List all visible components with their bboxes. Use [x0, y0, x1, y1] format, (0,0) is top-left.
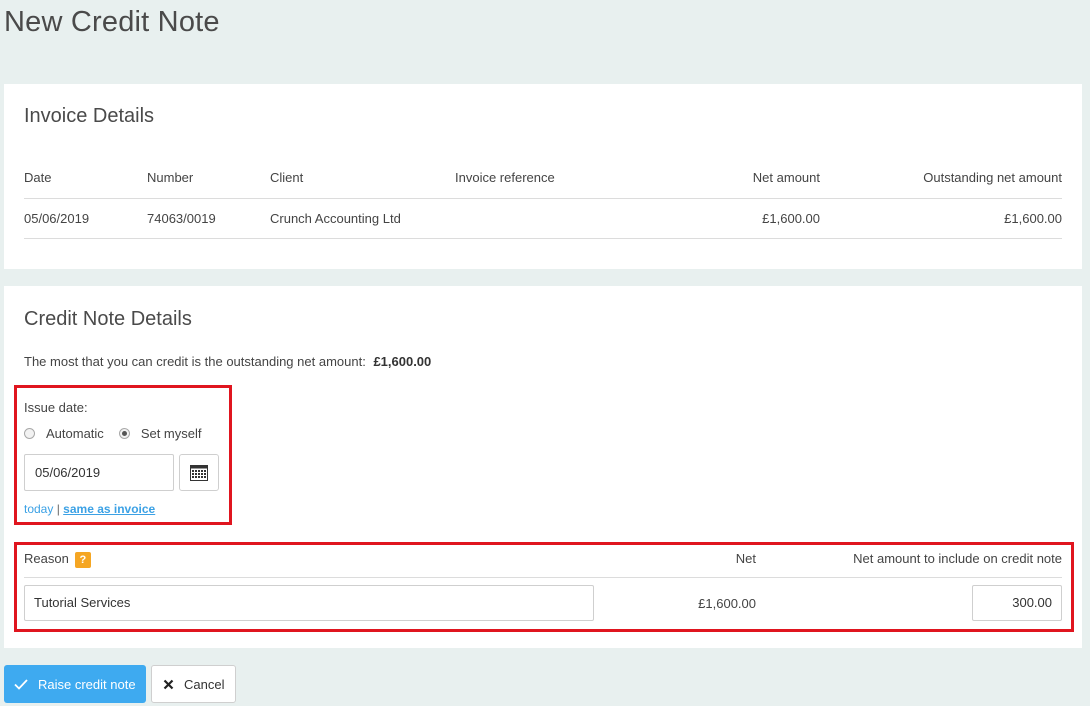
cancel-button[interactable]: Cancel — [151, 665, 236, 703]
page-title: New Credit Note — [4, 6, 220, 38]
cancel-label: Cancel — [184, 676, 225, 692]
credit-note-details-heading: Credit Note Details — [24, 308, 192, 330]
reason-net-value: £1,600.00 — [698, 596, 756, 611]
reason-label: Reason — [24, 551, 69, 566]
link-same-as-invoice[interactable]: same as invoice — [63, 502, 155, 516]
checkmark-icon — [14, 678, 28, 690]
issue-date-label: Issue date: — [24, 400, 88, 415]
radio-automatic-label[interactable]: Automatic — [46, 426, 104, 441]
reason-label-wrap: Reason? — [24, 551, 91, 568]
invoice-date: 05/06/2019 — [24, 211, 90, 226]
credit-amount-input[interactable]: 300.00 — [972, 585, 1062, 621]
radio-set-myself-label[interactable]: Set myself — [141, 426, 202, 441]
col-date: Date — [24, 170, 52, 185]
credit-limit-text: The most that you can credit is the outs… — [24, 354, 366, 369]
col-outstanding-net-amount: Outstanding net amount — [923, 170, 1062, 185]
credit-limit-amount: £1,600.00 — [373, 354, 432, 369]
col-net-amount: Net amount — [752, 170, 820, 185]
raise-credit-note-label: Raise credit note — [38, 676, 136, 692]
raise-credit-note-button[interactable]: Raise credit note — [4, 665, 146, 703]
invoice-client: Crunch Accounting Ltd — [270, 211, 401, 226]
invoice-table-header: Date Number Client Invoice reference Net… — [24, 168, 1062, 199]
invoice-details-heading: Invoice Details — [24, 105, 155, 127]
link-today[interactable]: today — [24, 502, 53, 516]
close-icon — [163, 679, 174, 689]
reason-input[interactable]: Tutorial Services — [24, 585, 594, 621]
credit-note-details-panel: Credit Note Details The most that you ca… — [4, 286, 1082, 648]
col-client: Client — [270, 170, 304, 185]
col-invoice-reference: Invoice reference — [455, 170, 555, 185]
invoice-outstanding-amount: £1,600.00 — [1004, 211, 1062, 226]
link-separator: | — [56, 502, 60, 516]
date-shortcut-links: today | same as invoice — [24, 502, 155, 516]
credit-limit-info: The most that you can credit is the outs… — [24, 354, 431, 369]
invoice-net-amount: £1,600.00 — [762, 211, 820, 226]
calendar-button[interactable] — [179, 454, 219, 491]
net-label: Net — [735, 551, 756, 566]
invoice-number: 74063/0019 — [147, 211, 216, 226]
invoice-details-panel: Invoice Details Date Number Client Invoi… — [4, 84, 1082, 269]
table-row: 05/06/2019 74063/0019 Crunch Accounting … — [24, 199, 1062, 239]
amount-label: Net amount to include on credit note — [853, 551, 1062, 566]
radio-set-myself[interactable] — [118, 428, 130, 439]
reason-table-header: Reason? Net Net amount to include on cre… — [24, 549, 1062, 578]
invoice-table: Date Number Client Invoice reference Net… — [24, 168, 1062, 239]
issue-date-radio-group: Automatic Set myself — [24, 426, 217, 441]
help-icon[interactable]: ? — [74, 551, 91, 568]
calendar-icon — [190, 464, 208, 481]
issue-date-input[interactable]: 05/06/2019 — [24, 454, 174, 491]
radio-automatic[interactable] — [24, 428, 35, 439]
col-number: Number — [147, 170, 194, 185]
